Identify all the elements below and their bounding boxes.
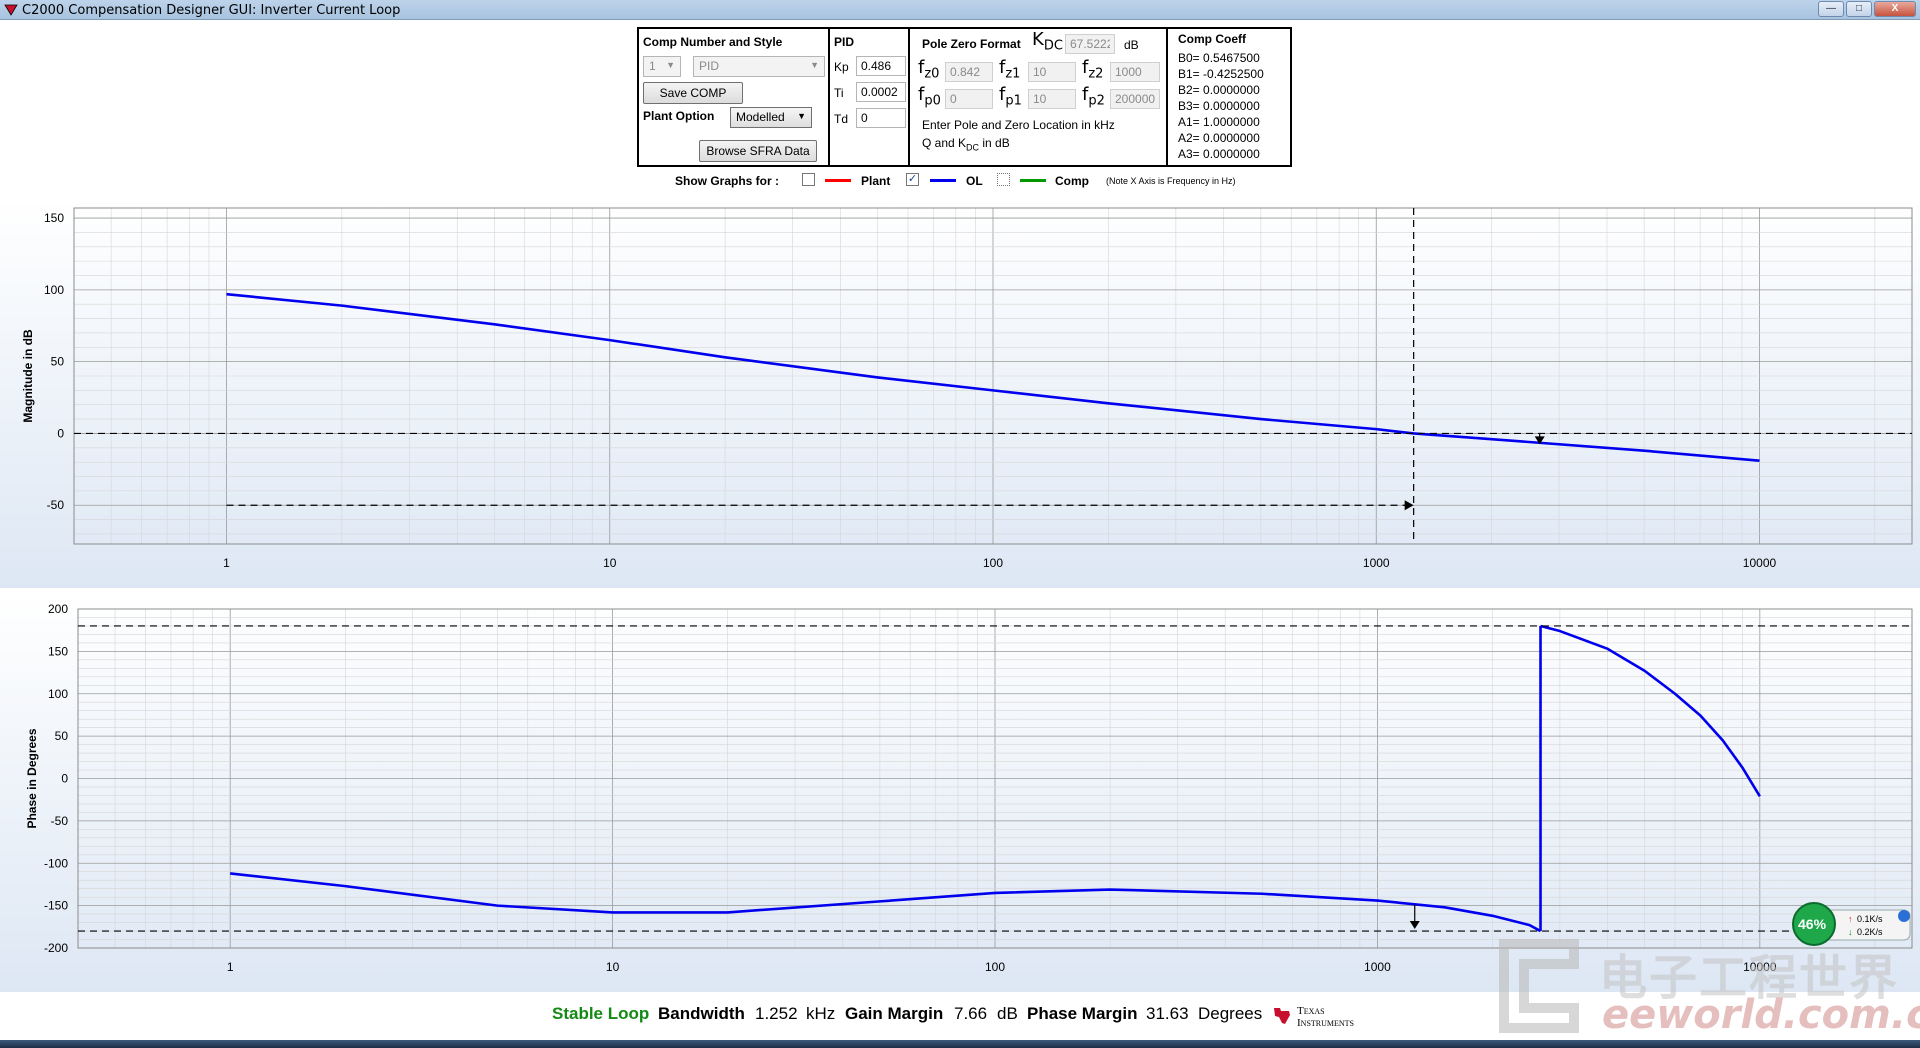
y-tick-label: -50 bbox=[51, 814, 69, 828]
y-tick-label: 50 bbox=[51, 355, 65, 369]
y-tick-label: -100 bbox=[44, 856, 68, 870]
bandwidth-value: 1.252 bbox=[755, 1004, 798, 1023]
y-tick-label: -50 bbox=[47, 498, 65, 512]
ti-logo-line1: Texas bbox=[1297, 1005, 1325, 1017]
gain-margin-unit: dB bbox=[997, 1004, 1018, 1023]
y-tick-label: -150 bbox=[44, 899, 68, 913]
x-tick-label: 10 bbox=[606, 960, 620, 974]
y-tick-label: -200 bbox=[44, 941, 68, 955]
x-tick-label: 1000 bbox=[1363, 556, 1390, 570]
gain-margin-label: Gain Margin bbox=[845, 1004, 944, 1023]
upload-speed: 0.1K/s bbox=[1857, 914, 1883, 924]
y-tick-label: 0 bbox=[57, 426, 64, 440]
phase-margin-unit: Degrees bbox=[1198, 1004, 1263, 1023]
x-tick-label: 1 bbox=[223, 556, 230, 570]
y-axis-title: Phase in Degrees bbox=[25, 728, 39, 828]
x-tick-label: 10 bbox=[603, 556, 617, 570]
y-tick-label: 200 bbox=[48, 602, 68, 616]
upload-arrow-icon: ↑ bbox=[1848, 914, 1853, 924]
x-tick-label: 100 bbox=[985, 960, 1005, 974]
gain-margin-value: 7.66 bbox=[954, 1004, 988, 1023]
magnitude-chart-background bbox=[0, 198, 1920, 588]
y-tick-label: 150 bbox=[44, 211, 64, 225]
watermark-logo-icon bbox=[1499, 939, 1579, 1033]
eeworld-watermark: 电子工程世界 eeworld.com.cn bbox=[1484, 934, 1920, 1038]
y-tick-label: 50 bbox=[55, 729, 69, 743]
x-tick-label: 10000 bbox=[1743, 556, 1777, 570]
ti-logo-line2: Instruments bbox=[1297, 1017, 1355, 1029]
phase-chart-background bbox=[0, 592, 1920, 992]
bandwidth-unit: kHz bbox=[806, 1004, 836, 1023]
x-tick-label: 1 bbox=[227, 960, 234, 974]
y-tick-label: 150 bbox=[48, 644, 68, 658]
y-tick-label: 100 bbox=[44, 283, 64, 297]
taskbar bbox=[0, 1040, 1920, 1048]
phase-margin-value: 31.63 bbox=[1146, 1004, 1189, 1023]
phase-margin-label: Phase Margin bbox=[1027, 1004, 1138, 1023]
x-tick-label: 100 bbox=[983, 556, 1003, 570]
ti-logo-icon bbox=[1274, 1008, 1290, 1024]
texas-instruments-logo: Texas Instruments bbox=[1271, 1003, 1391, 1029]
y-tick-label: 100 bbox=[48, 687, 68, 701]
bode-plots: 150100500-501 10 100 1000 10000Magnitude in … bbox=[0, 198, 1920, 992]
stability-status: Stable Loop bbox=[552, 1004, 650, 1023]
cpu-percent: 46% bbox=[1798, 916, 1827, 932]
y-tick-label: 0 bbox=[61, 772, 68, 786]
x-tick-label: 1000 bbox=[1364, 960, 1391, 974]
bandwidth-label: Bandwidth bbox=[658, 1004, 745, 1023]
watermark-url: eeworld.com.cn bbox=[1602, 992, 1920, 1038]
y-axis-title: Magnitude in dB bbox=[21, 329, 35, 423]
